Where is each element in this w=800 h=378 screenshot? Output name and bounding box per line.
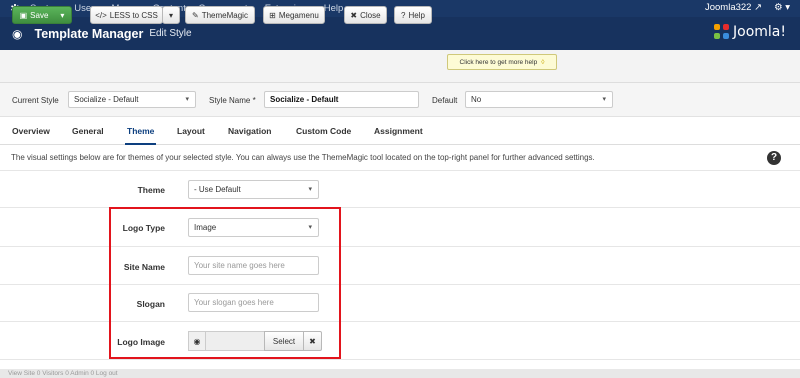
menu-help[interactable]: Help xyxy=(324,3,344,14)
megamenu-label: Megamenu xyxy=(278,10,319,20)
tab-custom-code[interactable]: Custom Code xyxy=(296,126,351,136)
thememagic-button[interactable]: ✎ ThemeMagic xyxy=(185,6,255,24)
save-button[interactable]: ▣ Save ▾ xyxy=(12,6,72,24)
hint-marker-icon: ◊ xyxy=(541,58,545,66)
save-icon: ▣ xyxy=(19,10,28,20)
tab-layout[interactable]: Layout xyxy=(177,126,205,136)
help-icon: ? xyxy=(401,10,406,20)
page-subtitle: Edit Style xyxy=(149,28,192,39)
magic-wand-icon: ✎ xyxy=(192,10,199,20)
tab-theme[interactable]: Theme xyxy=(124,126,157,145)
theme-label: Theme xyxy=(137,185,165,195)
tab-navigation[interactable]: Navigation xyxy=(228,126,271,136)
theme-select[interactable]: - Use Default ▾ xyxy=(188,180,319,199)
status-footer: View Site 0 Visitors 0 Admin 0 Log out xyxy=(0,369,800,378)
eye-icon: ◉ xyxy=(12,26,23,41)
tab-overview[interactable]: Overview xyxy=(12,126,50,136)
default-select[interactable]: No ▾ xyxy=(465,91,613,108)
settings-gear-icon[interactable]: ⚙ ▾ xyxy=(774,2,790,13)
toolbar xyxy=(0,50,800,83)
save-label: Save xyxy=(30,10,49,20)
footer-text: View Site 0 Visitors 0 Admin 0 Log out xyxy=(8,370,118,377)
less-dropdown-button[interactable]: ▾ xyxy=(162,6,180,24)
megamenu-button[interactable]: ⊞ Megamenu xyxy=(263,6,325,24)
joomla-logo-icon xyxy=(714,24,730,40)
close-icon: ✖ xyxy=(350,10,358,20)
default-value: No xyxy=(471,95,482,104)
less-to-css-button[interactable]: </> LESS to CSS xyxy=(90,6,163,24)
joomla-logo-text: Joomla! xyxy=(733,24,786,40)
theme-value: - Use Default xyxy=(194,185,241,194)
save-dropdown-caret-icon[interactable]: ▾ xyxy=(60,11,64,20)
help-label: Help xyxy=(408,10,425,20)
less-to-css-label: LESS to CSS xyxy=(109,10,158,20)
chevron-down-icon: ▾ xyxy=(168,10,173,20)
theme-description: The visual settings below are for themes… xyxy=(11,153,595,162)
chevron-down-icon: ▾ xyxy=(308,186,312,193)
page-title: Template Manager xyxy=(34,26,144,41)
chevron-down-icon: ▾ xyxy=(185,96,189,103)
site-link[interactable]: Joomla322 ↗ xyxy=(705,2,762,13)
style-name-value: Socialize - Default xyxy=(270,95,339,104)
tab-general[interactable]: General xyxy=(72,126,104,136)
tab-assignment[interactable]: Assignment xyxy=(374,126,423,136)
code-icon: </> xyxy=(95,10,107,20)
current-style-label: Current Style xyxy=(12,96,59,105)
style-name-input[interactable]: Socialize - Default xyxy=(264,91,419,108)
help-hint-box[interactable]: Click here to get more help ◊ xyxy=(447,54,557,70)
thememagic-label: ThemeMagic xyxy=(201,10,248,20)
user-area: Joomla322 ↗ ⚙ ▾ xyxy=(705,2,790,13)
current-style-select[interactable]: Socialize - Default ▾ xyxy=(68,91,196,108)
highlight-frame xyxy=(109,207,341,359)
joomla-logo: Joomla! xyxy=(714,24,786,40)
close-label: Close xyxy=(360,10,381,20)
help-button[interactable]: ? Help xyxy=(394,6,432,24)
question-icon[interactable]: ? xyxy=(767,151,781,165)
sitemap-icon: ⊞ xyxy=(269,10,276,20)
style-name-label: Style Name * xyxy=(209,96,256,105)
close-button[interactable]: ✖ Close xyxy=(344,6,387,24)
current-style-value: Socialize - Default xyxy=(74,95,139,104)
chevron-down-icon: ▾ xyxy=(602,96,606,103)
help-hint-text: Click here to get more help xyxy=(459,58,538,66)
default-label: Default xyxy=(432,96,458,105)
